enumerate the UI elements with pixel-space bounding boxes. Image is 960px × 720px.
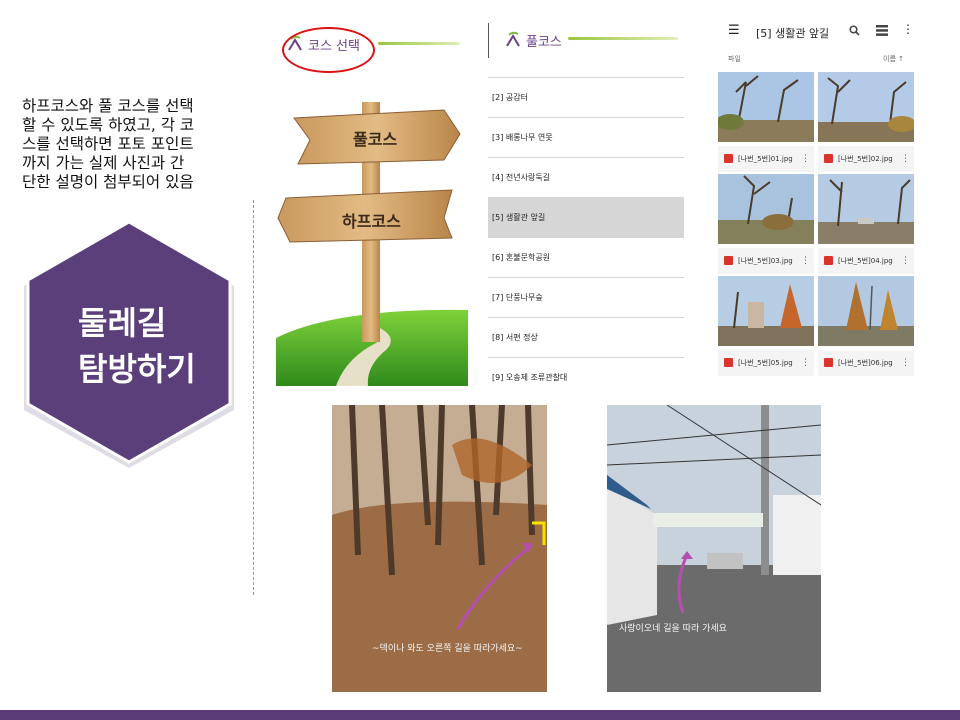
gallery-tile[interactable]: [나번_5번]01.jpg ⋮	[718, 72, 814, 172]
gallery-tile[interactable]: [나번_5번]04.jpg ⋮	[818, 174, 914, 274]
tile-thumbnail	[818, 174, 914, 244]
more-options-icon[interactable]: ⋮	[801, 248, 810, 274]
file-name: [나번_5번]01.jpg	[738, 155, 793, 163]
file-name: [나번_5번]03.jpg	[738, 257, 793, 265]
more-options-icon[interactable]: ⋮	[902, 22, 914, 36]
description-line: 단한 설명이 첨부되어 있음	[22, 173, 194, 191]
more-options-icon[interactable]: ⋮	[801, 146, 810, 172]
sort-by-name-button[interactable]: 이름 ↑	[883, 54, 904, 64]
course-list-screen: 풀코스 [2] 공감터 [3] 배롱나무 연못 [4] 천년사랑둑길 [5] 생…	[488, 18, 684, 386]
more-options-icon[interactable]: ⋮	[901, 146, 910, 172]
description-line: 까지 가는 실제 사진과 간	[22, 154, 185, 172]
list-item-selected[interactable]: [5] 생활관 앞길	[488, 197, 684, 237]
more-options-icon[interactable]: ⋮	[801, 350, 810, 376]
gallery-tile[interactable]: [나번_5번]06.jpg ⋮	[818, 276, 914, 376]
file-name: [나번_5번]06.jpg	[838, 359, 893, 367]
file-name: [나번_5번]04.jpg	[838, 257, 893, 265]
list-item-label: [8] 서편 정상	[492, 333, 538, 342]
course-list: [2] 공감터 [3] 배롱나무 연못 [4] 천년사랑둑길 [5] 생활관 앞…	[488, 77, 684, 386]
list-view-icon[interactable]	[876, 25, 888, 36]
title-underline	[568, 37, 678, 40]
forest-trail-photo: ~덱이나 와도 오른쪽 길을 따라가세요~	[332, 405, 547, 692]
divider-line	[253, 200, 254, 595]
files-label: 파일	[728, 55, 741, 63]
image-file-icon	[724, 358, 733, 367]
gallery-toolbar: ☰ [5] 생활관 앞길 ⋮	[716, 18, 918, 46]
gallery-title: [5] 생활관 앞길	[756, 27, 830, 40]
image-file-icon	[824, 358, 833, 367]
list-item[interactable]: [8] 서편 정상	[488, 317, 684, 357]
image-file-icon	[824, 154, 833, 163]
village-road-photo: 사랑이오네 길을 따라 가세요	[607, 405, 821, 692]
description-text: 하프코스와 풀 코스를 선택 할 수 있도록 하였고, 각 코 스를 선택하면 …	[22, 97, 262, 192]
file-name: [나번_5번]05.jpg	[738, 359, 793, 367]
image-file-icon	[724, 256, 733, 265]
photo-caption: 사랑이오네 길을 따라 가세요	[619, 624, 727, 634]
image-file-icon	[724, 154, 733, 163]
description-line: 하프코스와 풀 코스를 선택	[22, 97, 194, 115]
course-select-screen: 코스 선택 풀코스 하프코스	[276, 18, 468, 386]
more-options-icon[interactable]: ⋮	[901, 350, 910, 376]
gallery-tile[interactable]: [나번_5번]03.jpg ⋮	[718, 174, 814, 274]
photo-gallery-screen: ☰ [5] 생활관 앞길 ⋮ 파일 이름 ↑ [나번_5번]01.jpg ⋮ […	[716, 18, 918, 386]
gallery-tile[interactable]: [나번_5번]05.jpg ⋮	[718, 276, 814, 376]
file-name: [나번_5번]02.jpg	[838, 155, 893, 163]
topic-badge: 둘레길 탐방하기	[20, 220, 238, 470]
badge-title-line2: 탐방하기	[78, 350, 196, 388]
description-line: 스를 선택하면 포토 포인트	[22, 135, 194, 153]
list-item-label: [2] 공감터	[492, 93, 528, 102]
list-item[interactable]: [7] 단풍나무숲	[488, 277, 684, 317]
list-item[interactable]: [4] 천년사랑둑길	[488, 157, 684, 197]
highlight-circle	[282, 27, 375, 73]
tile-thumbnail	[818, 72, 914, 142]
list-item-label: [5] 생활관 앞길	[492, 213, 546, 222]
sign-full-course[interactable]: 풀코스	[353, 126, 397, 150]
list-item-label: [4] 천년사랑둑길	[492, 173, 551, 182]
tile-thumbnail	[718, 276, 814, 346]
list-item[interactable]: [6] 혼불문학공원	[488, 237, 684, 277]
header-separator	[488, 23, 489, 58]
badge-title-line1: 둘레길	[78, 304, 167, 342]
list-item-label: [9] 오송제 조류관찰대	[492, 373, 568, 382]
course-select-header: 코스 선택	[276, 18, 468, 73]
signpost-illustration: 풀코스 하프코스	[276, 88, 468, 386]
photo-caption: ~덱이나 와도 오른쪽 길을 따라가세요~	[372, 644, 523, 654]
menu-icon[interactable]: ☰	[728, 23, 740, 38]
tile-thumbnail	[718, 72, 814, 142]
sign-half-course[interactable]: 하프코스	[342, 208, 401, 232]
list-item[interactable]: [9] 오송제 조류관찰대	[488, 357, 684, 386]
list-item[interactable]: [2] 공감터	[488, 77, 684, 117]
list-item-label: [3] 배롱나무 연못	[492, 133, 553, 142]
image-file-icon	[824, 256, 833, 265]
course-list-title: 풀코스	[526, 35, 562, 50]
more-options-icon[interactable]: ⋮	[901, 248, 910, 274]
list-item-label: [7] 단풍나무숲	[492, 293, 543, 302]
tile-thumbnail	[718, 174, 814, 244]
search-icon[interactable]	[849, 25, 860, 36]
trail-logo-icon	[506, 31, 520, 47]
footer-bar	[0, 710, 960, 720]
title-underline	[378, 42, 460, 45]
list-item[interactable]: [3] 배롱나무 연못	[488, 117, 684, 157]
description-line: 할 수 있도록 하였고, 각 코	[22, 116, 195, 134]
list-item-label: [6] 혼불문학공원	[492, 253, 551, 262]
tile-thumbnail	[818, 276, 914, 346]
gallery-tile[interactable]: [나번_5번]02.jpg ⋮	[818, 72, 914, 172]
